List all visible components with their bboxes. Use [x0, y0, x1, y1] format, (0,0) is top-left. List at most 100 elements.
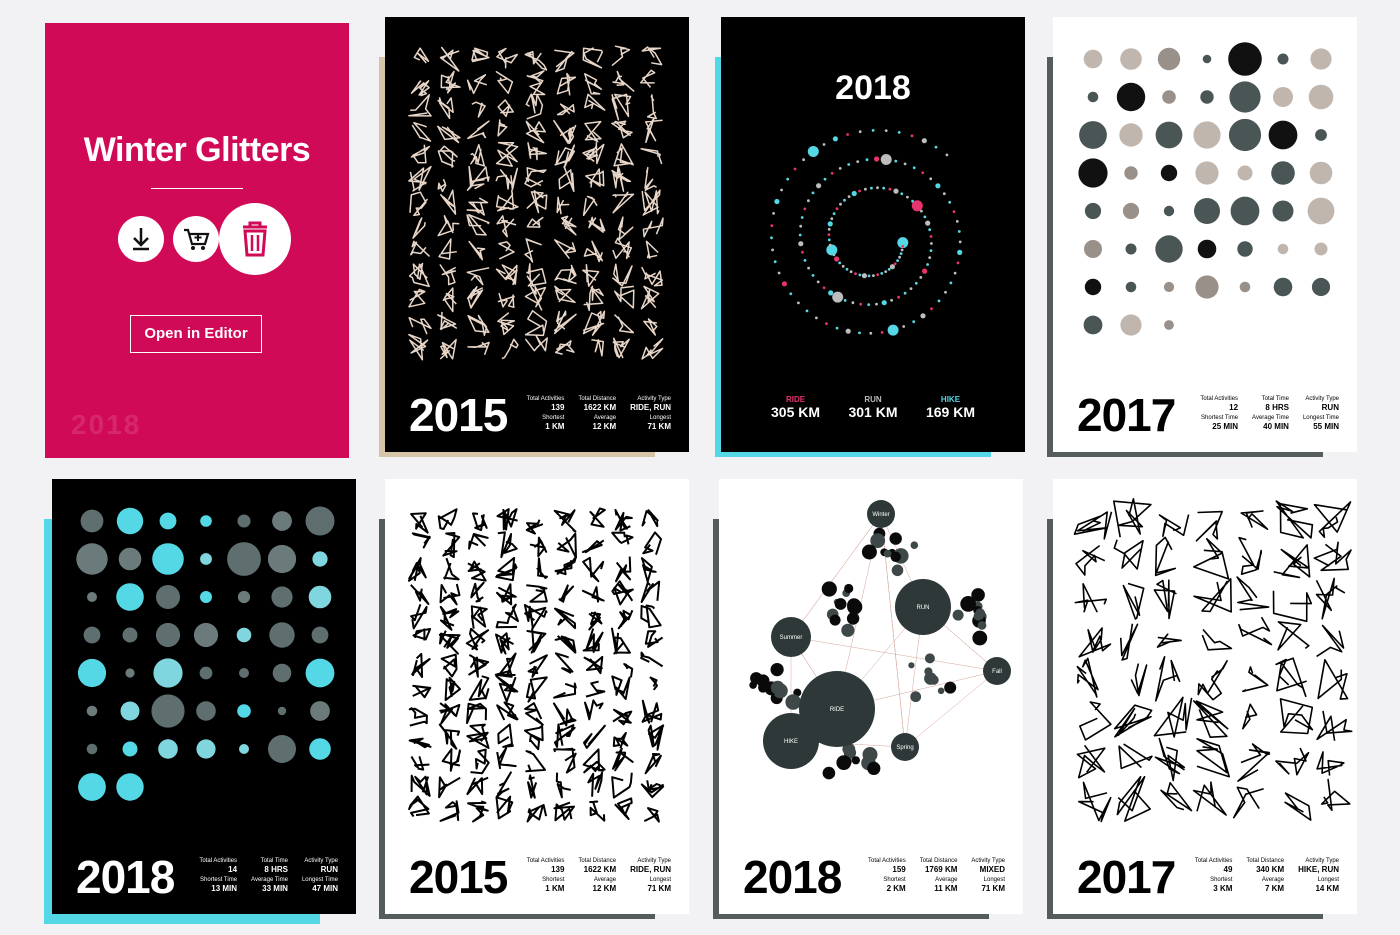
stat-value: 25 MIN: [1212, 422, 1239, 431]
spiral-dot: [870, 186, 873, 190]
poster-stats: Total Activities 139 Total Distance 1622 KM…: [527, 858, 671, 894]
activity-dot: [1162, 90, 1176, 104]
activity-dot: [1228, 118, 1262, 152]
activity-dot: [1314, 242, 1328, 256]
route-path: [496, 583, 517, 606]
activity-dot: [1307, 197, 1335, 225]
route-path: [613, 285, 635, 309]
route-path: [524, 702, 544, 726]
spiral-dot: [772, 212, 775, 215]
spiral-dot: [937, 299, 941, 303]
route-path: [645, 240, 659, 259]
route-path: [470, 143, 486, 167]
stat-label: Total Activities: [199, 858, 238, 864]
poster-card[interactable]: 2017 Total Activities 49 Total Distance 340…: [1047, 479, 1357, 919]
activity-dot: [77, 658, 107, 688]
spiral-dot: [858, 331, 861, 335]
spiral-dot: [799, 224, 803, 228]
poster-card[interactable]: 2018 RIDE 305 KM RUN 301 KM HIKE 169 KM: [715, 17, 1025, 457]
route-path: [408, 165, 432, 192]
poster-card[interactable]: 2017 Total Activities 12 Total Time 8 HRS Ac…: [1047, 17, 1357, 457]
stat-label: Shortest: [542, 415, 565, 421]
activity-dot: [1230, 196, 1260, 226]
stat-label: Activity Type: [1305, 396, 1339, 402]
route-path: [497, 312, 516, 336]
route-path: [640, 651, 664, 668]
stat-label: Total Activities: [1194, 858, 1233, 864]
poster-title: Winter Glitters: [83, 131, 311, 169]
route-path: [613, 314, 635, 334]
route-path: [466, 213, 490, 236]
route-path: [443, 557, 460, 581]
route-path: [612, 337, 630, 359]
poster: 2018 RIDE 305 KM RUN 301 KM HIKE 169 KM: [721, 17, 1025, 452]
route-path: [582, 748, 606, 774]
open-in-editor-button[interactable]: Open in Editor: [130, 315, 262, 353]
route-path: [1242, 703, 1258, 730]
route-path: [611, 772, 633, 799]
route-path: [495, 71, 514, 94]
spiral-dot: [773, 260, 777, 264]
activity-dot: [305, 658, 335, 688]
activity-dot: [237, 590, 251, 604]
activity-dot: [237, 514, 251, 528]
spiral-dot: [835, 326, 839, 330]
stat-cell: Total Activities 139: [527, 396, 565, 413]
activity-dot: [125, 668, 135, 678]
activity-dot: [227, 542, 261, 576]
poster-card[interactable]: 2015 Total Activities 139 Total Distance 16…: [379, 17, 689, 457]
delete-button[interactable]: [219, 203, 291, 275]
poster-card[interactable]: Winter RUN Summer Fall RIDE HIKE Spring 2018 T…: [713, 479, 1023, 919]
spiral-dot: [956, 261, 960, 265]
legend-run: RUN 301 KM: [848, 395, 897, 420]
activity-dot: [309, 738, 331, 760]
activity-dot: [1195, 275, 1219, 299]
spiral-dot: [847, 163, 851, 166]
spiral-dot: [827, 227, 831, 231]
poster-card[interactable]: 2018 Total Activities 14 Total Time 8 HRS Ac…: [44, 479, 356, 924]
add-to-cart-button[interactable]: [173, 216, 219, 262]
route-path: [440, 653, 458, 678]
spiral-dot: [889, 264, 895, 270]
route-path: [640, 780, 665, 799]
route-path: [611, 165, 632, 192]
spiral-dot: [911, 200, 923, 212]
route-path: [412, 217, 426, 239]
route-path: [613, 143, 634, 167]
route-path: [1078, 627, 1112, 658]
route-path: [554, 144, 576, 169]
legend-label: RUN: [864, 395, 882, 404]
spiral-dot: [934, 145, 938, 149]
route-path: [536, 557, 548, 579]
route-path: [641, 509, 659, 528]
stat-cell: Total Distance 1622 KM: [578, 396, 616, 413]
poster-card[interactable]: 2015 Total Activities 139 Total Distance 16…: [379, 479, 689, 919]
download-button[interactable]: [118, 216, 164, 262]
stat-label: Average: [935, 877, 958, 883]
stat-label: Shortest: [542, 877, 565, 883]
route-path: [468, 654, 490, 678]
route-path: [1116, 775, 1151, 822]
stat-label: Activity Type: [304, 858, 338, 864]
stat-cell: Shortest Time 25 MIN: [1200, 415, 1238, 432]
activity-dot: [1160, 164, 1178, 182]
poster-card-winter-glitters[interactable]: 2018 Winter Glitters Open in Editor: [45, 23, 349, 458]
activity-dot: [1125, 281, 1137, 293]
route-path: [640, 604, 662, 629]
route-path: [497, 99, 515, 118]
route-path: [615, 556, 632, 583]
activity-node: [841, 623, 855, 637]
route-path: [1273, 544, 1311, 579]
activity-node: [890, 551, 901, 562]
spiral-dot: [910, 134, 914, 138]
spiral-dot: [845, 328, 851, 334]
route-path: [1195, 510, 1223, 542]
activity-dot: [1308, 84, 1334, 110]
route-path: [444, 676, 461, 702]
spiral-dot: [926, 263, 929, 266]
activity-node: [770, 663, 784, 677]
route-path: [525, 519, 544, 535]
route-path: [439, 264, 457, 286]
stat-label: Total Activities: [1200, 396, 1239, 402]
activity-dot: [1124, 166, 1138, 180]
